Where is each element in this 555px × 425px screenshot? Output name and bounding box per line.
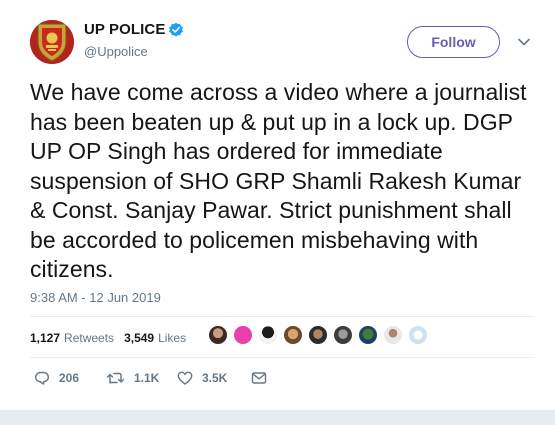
retweet-icon bbox=[106, 372, 125, 384]
display-name[interactable]: UP POLICE bbox=[84, 21, 165, 38]
tweet-timestamp[interactable]: 9:38 AM - 12 Jun 2019 bbox=[30, 290, 161, 305]
reply-button[interactable]: 206 bbox=[34, 370, 106, 386]
up-police-emblem-icon bbox=[30, 20, 74, 64]
tweet-card: UP POLICE @Uppolice Follow We have come … bbox=[0, 0, 555, 410]
avatar[interactable] bbox=[30, 20, 74, 64]
liker-avatar[interactable] bbox=[283, 325, 303, 345]
liker-avatar[interactable] bbox=[383, 325, 403, 345]
liker-avatar[interactable] bbox=[333, 325, 353, 345]
retweet-button[interactable]: 1.1K bbox=[106, 370, 177, 386]
user-handle[interactable]: @Uppolice bbox=[84, 44, 148, 59]
retweets-stat[interactable]: 1,127 Retweets bbox=[30, 331, 114, 345]
liker-avatar[interactable] bbox=[233, 325, 253, 345]
liker-avatar[interactable] bbox=[258, 325, 278, 345]
heart-icon bbox=[177, 371, 193, 385]
divider bbox=[30, 316, 535, 317]
liker-avatar[interactable] bbox=[208, 325, 228, 345]
chevron-down-icon[interactable] bbox=[517, 36, 531, 48]
tweet-stats: 1,127 Retweets 3,549 Likes bbox=[30, 321, 196, 355]
tweet-text: We have come across a video where a jour… bbox=[30, 79, 527, 282]
retweets-label: Retweets bbox=[64, 331, 115, 345]
like-count: 3.5K bbox=[202, 371, 228, 385]
retweet-count: 1.1K bbox=[134, 371, 160, 385]
liker-avatar[interactable] bbox=[408, 325, 428, 345]
liker-avatar[interactable] bbox=[358, 325, 378, 345]
retweets-count: 1,127 bbox=[30, 331, 61, 345]
like-button[interactable]: 3.5K bbox=[177, 370, 251, 386]
direct-message-button[interactable] bbox=[251, 370, 267, 386]
reply-icon bbox=[35, 371, 49, 385]
divider bbox=[30, 357, 535, 358]
liker-avatar[interactable] bbox=[308, 325, 328, 345]
likes-count: 3,549 bbox=[124, 331, 155, 345]
likes-label: Likes bbox=[158, 331, 187, 345]
follow-button[interactable]: Follow bbox=[407, 26, 500, 58]
reply-count: 206 bbox=[59, 371, 80, 385]
likes-stat[interactable]: 3,549 Likes bbox=[124, 331, 186, 345]
page-background-strip bbox=[0, 410, 555, 425]
envelope-icon bbox=[251, 372, 267, 384]
verified-badge-icon bbox=[169, 22, 183, 37]
tweet-actions: 206 1.1K 3.5K bbox=[34, 370, 267, 386]
liker-avatars bbox=[208, 325, 433, 345]
